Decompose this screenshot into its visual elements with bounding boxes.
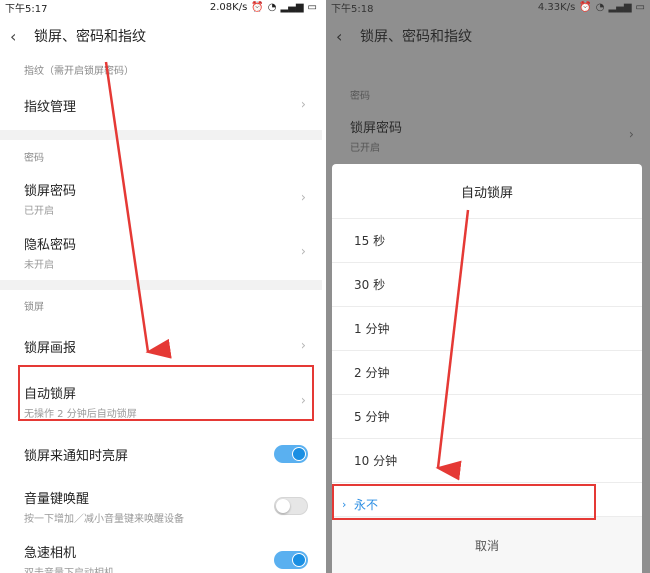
item-label: 锁屏密码 — [24, 183, 77, 199]
status-bar: 下午5:18 4.33K/s ⏰ ◔ ▂▄▆ ▭ — [326, 0, 650, 15]
battery-icon: ▭ — [635, 1, 645, 13]
quick-camera-toggle[interactable] — [274, 551, 308, 569]
item-label: 隐私密码 — [24, 237, 77, 253]
status-time: 下午5:18 — [331, 3, 374, 15]
wifi-icon: ◔ — [267, 1, 277, 13]
page-title: 锁屏、密码和指纹 — [360, 29, 472, 45]
right-screen: 下午5:18 4.33K/s ⏰ ◔ ▂▄▆ ▭ ‹ 锁屏、密码和指纹 密码 锁… — [326, 0, 650, 573]
chevron-right-icon: › — [300, 97, 306, 113]
cancel-button[interactable]: 取消 — [332, 516, 642, 573]
item-label: 锁屏画报 — [24, 340, 77, 356]
signal-icon: ▂▄▆ — [280, 1, 304, 13]
section-fingerprint: 指纹（需开启锁屏密码） — [24, 65, 134, 77]
quick-camera-item[interactable]: 急速相机 双击音量下启动相机 — [0, 534, 322, 573]
title-bar: ‹ 锁屏、密码和指纹 — [0, 14, 322, 58]
section-password: 密码 — [24, 152, 44, 164]
item-subtitle: 未开启 — [24, 259, 54, 271]
volume-wake-toggle[interactable] — [274, 497, 308, 515]
notify-light-item[interactable]: 锁屏来通知时亮屏 — [0, 430, 322, 478]
option-5min[interactable]: 5 分钟 — [332, 395, 642, 439]
highlight-box-never — [332, 484, 596, 520]
chevron-right-icon: › — [300, 338, 306, 354]
option-2min[interactable]: 2 分钟 — [332, 351, 642, 395]
status-bar: 下午5:17 2.08K/s ⏰ ◔ ▂▄▆ ▭ — [0, 0, 322, 15]
battery-icon: ▭ — [307, 1, 317, 13]
option-15s[interactable]: 15 秒 — [332, 219, 642, 263]
option-1min[interactable]: 1 分钟 — [332, 307, 642, 351]
wifi-icon: ◔ — [595, 1, 605, 13]
notify-light-toggle[interactable] — [274, 445, 308, 463]
network-speed: 2.08K/s — [209, 1, 248, 13]
lock-password-item[interactable]: 锁屏密码 已开启 › — [0, 172, 322, 224]
back-icon[interactable]: ‹ — [336, 27, 352, 46]
volume-wake-item[interactable]: 音量键唤醒 按一下增加／减小音量键来唤醒设备 — [0, 478, 322, 534]
item-label: 指纹管理 — [24, 99, 77, 115]
fingerprint-management-item[interactable]: 指纹管理 › — [0, 80, 322, 130]
alarm-icon: ⏰ — [579, 1, 592, 13]
left-screen: 下午5:17 2.08K/s ⏰ ◔ ▂▄▆ ▭ ‹ 锁屏、密码和指纹 指纹（需… — [0, 0, 322, 573]
dialog-title: 自动锁屏 — [332, 164, 642, 219]
chevron-right-icon: › — [628, 127, 634, 143]
item-subtitle: 已开启 — [350, 142, 380, 154]
item-subtitle: 已开启 — [24, 205, 54, 217]
title-bar: ‹ 锁屏、密码和指纹 — [326, 14, 650, 58]
lock-password-item[interactable]: 锁屏密码 已开启 › — [326, 110, 650, 160]
signal-icon: ▂▄▆ — [608, 1, 632, 13]
chevron-right-icon: › — [300, 244, 306, 260]
option-10min[interactable]: 10 分钟 — [332, 439, 642, 483]
option-30s[interactable]: 30 秒 — [332, 263, 642, 307]
highlight-box-auto-lock — [18, 365, 314, 421]
section-lock: 锁屏 — [24, 301, 44, 313]
status-time: 下午5:17 — [5, 3, 48, 15]
item-label: 锁屏密码 — [350, 120, 403, 136]
alarm-icon: ⏰ — [251, 1, 264, 13]
section-password: 密码 — [350, 90, 370, 102]
page-title: 锁屏、密码和指纹 — [34, 29, 146, 45]
network-speed: 4.33K/s — [537, 1, 576, 13]
back-icon[interactable]: ‹ — [10, 27, 26, 46]
privacy-password-item[interactable]: 隐私密码 未开启 › — [0, 224, 322, 280]
chevron-right-icon: › — [300, 190, 306, 206]
